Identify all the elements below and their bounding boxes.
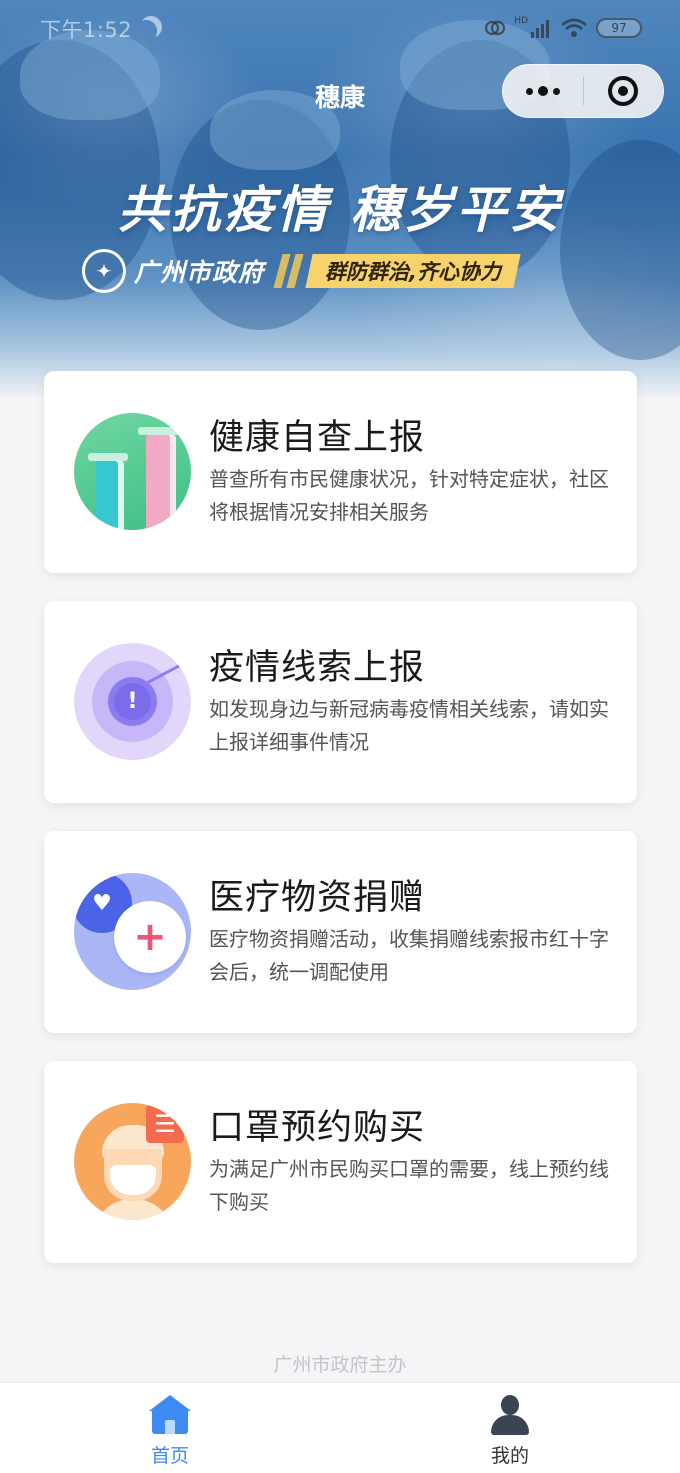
hero-banner: 下午1:52 HD 97 穗康 共抗疫情 穗岁平安 ✦ 广州市政府 群防群治,齐… <box>0 0 680 400</box>
card-title: 疫情线索上报 <box>209 648 426 688</box>
banner-stripes <box>273 254 304 288</box>
signal-icon <box>531 20 549 38</box>
tab-mine[interactable]: 我的 <box>340 1383 680 1473</box>
gov-emblem-icon: ✦ <box>82 249 126 293</box>
card-title: 口罩预约购买 <box>209 1108 426 1148</box>
miniprogram-capsule <box>502 64 664 118</box>
banner-gov-row: ✦ 广州市政府 群防群治,齐心协力 <box>82 248 521 294</box>
wifi-icon <box>561 18 587 37</box>
card-medical-donation[interactable]: ♥ + 医疗物资捐赠 医疗物资捐赠活动，收集捐赠线索报市红十字会后，统一调配使用 <box>44 831 637 1033</box>
more-dot-icon <box>525 87 533 95</box>
card-title: 健康自查上报 <box>209 418 426 458</box>
network-type-label: HD <box>514 16 528 26</box>
card-clue-report[interactable]: ! 疫情线索上报 如发现身边与新冠病毒疫情相关线索，请如实上报详细事件情况 <box>44 601 637 803</box>
banner-tagline-text: 群防群治,齐心协力 <box>325 260 501 284</box>
battery-icon: 97 <box>596 18 642 38</box>
tab-home[interactable]: 首页 <box>0 1383 340 1473</box>
tab-home-label: 首页 <box>150 1445 189 1467</box>
card-description: 普查所有市民健康状况，针对特定症状，社区将根据情况安排相关服务 <box>209 467 609 524</box>
card-mask-reservation[interactable]: ☰ 口罩预约购买 为满足广州市民购买口罩的需要，线上预约线下购买 <box>44 1061 637 1263</box>
banner-slogan: 共抗疫情 穗岁平安 <box>117 181 563 239</box>
home-icon <box>149 1395 191 1435</box>
more-dot-icon <box>537 86 548 96</box>
card-title: 医疗物资捐赠 <box>209 878 426 918</box>
bottom-tab-bar: 首页 我的 <box>0 1382 680 1473</box>
status-indicators: HD 97 <box>484 14 642 42</box>
card-description: 医疗物资捐赠活动，收集捐赠线索报市红十字会后，统一调配使用 <box>209 927 609 984</box>
card-description: 如发现身边与新冠病毒疫情相关线索，请如实上报详细事件情况 <box>209 697 609 754</box>
user-icon <box>489 1395 531 1435</box>
banner-tagline: 群防群治,齐心协力 <box>305 254 521 288</box>
health-check-icon <box>74 413 191 530</box>
hotspot-icon <box>485 20 506 36</box>
donation-icon: ♥ + <box>74 873 191 990</box>
status-time: 下午1:52 <box>40 18 133 42</box>
tab-mine-label: 我的 <box>490 1445 529 1467</box>
status-bar: 下午1:52 HD 97 <box>0 0 680 56</box>
card-description: 为满足广州市民购买口罩的需要，线上预约线下购买 <box>209 1157 609 1214</box>
close-miniprogram-button[interactable] <box>584 64 664 118</box>
card-health-report[interactable]: 健康自查上报 普查所有市民健康状况，针对特定症状，社区将根据情况安排相关服务 <box>44 371 637 573</box>
mask-icon: ☰ <box>74 1103 191 1220</box>
clue-report-icon: ! <box>74 643 191 760</box>
do-not-disturb-moon-icon <box>137 13 165 41</box>
more-dot-icon <box>552 87 560 95</box>
gov-name: 广州市政府 <box>134 258 265 287</box>
target-close-icon <box>608 76 639 106</box>
sponsor-text: 广州市政府主办 <box>273 1354 407 1376</box>
more-menu-button[interactable] <box>503 64 583 118</box>
